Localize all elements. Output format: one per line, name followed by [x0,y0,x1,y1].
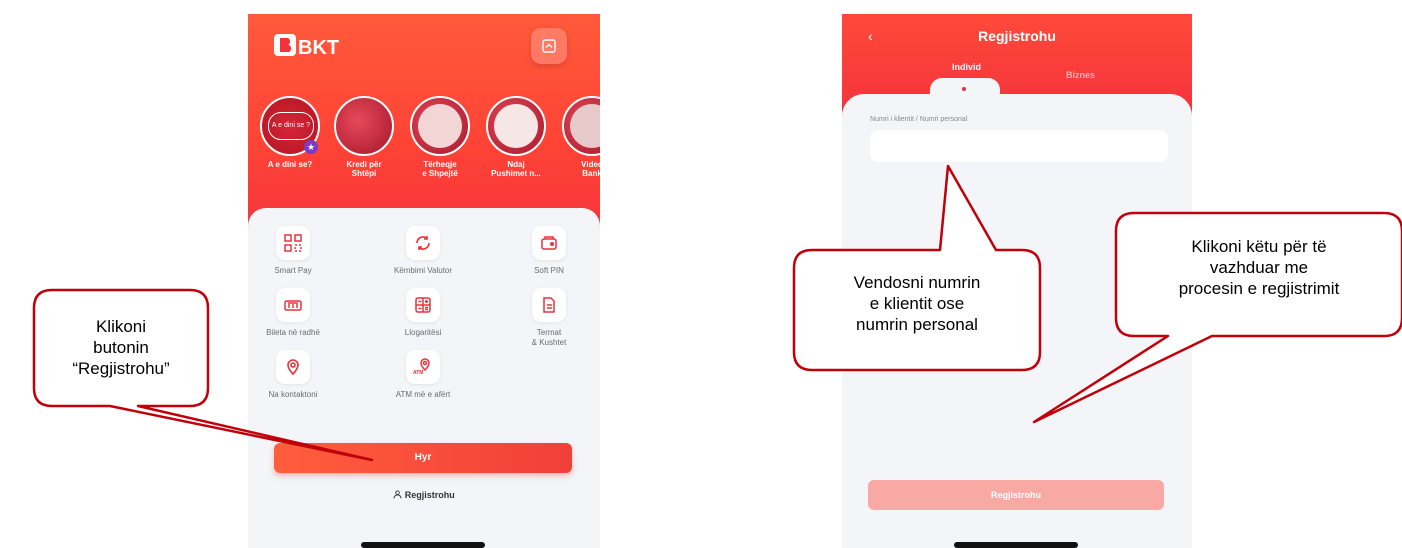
smart-pay-button[interactable]: Smart Pay [248,226,338,276]
grid-label: Soft PIN [534,266,564,275]
story-item[interactable]: Ndaj Pushimet n... [484,96,548,178]
grid-label: Smart Pay [274,266,312,275]
callout-3-text: Klikoni këtu për të vazhduar me procesin… [1178,237,1340,298]
story-item[interactable]: Video Bank [560,96,600,178]
calculator-button[interactable]: Llogaritësi [378,288,468,338]
page-title: Regjistrohu [978,28,1056,44]
bank-ticket-icon [276,288,310,322]
active-tab-indicator [962,87,966,91]
svg-text:ATM: ATM [413,370,423,376]
location-pin-icon [276,350,310,384]
refresh-icon [406,226,440,260]
story-label: Tërheqje e Shpejtë [422,160,458,178]
grid-label: Bileta në radhë [266,328,320,337]
phone-home-screen: BKT A e dini se ? ★ A e dini se? Kredi p… [248,14,600,548]
soft-pin-button[interactable]: Soft PIN [504,226,594,276]
user-icon [393,490,402,499]
grid-label: Këmbimi Valutor [393,266,453,275]
story-item[interactable]: Kredi për Shtëpi [332,96,396,178]
callout-2-text: Vendosni numrin e klientit ose numrin pe… [853,273,981,334]
document-icon [532,288,566,322]
register-link[interactable]: Regjistrohu [248,490,600,500]
bkt-logo: BKT [274,32,340,59]
story-item[interactable]: A e dini se ? ★ A e dini se? [258,96,322,169]
story-label: A e dini se? [267,160,313,169]
story-inset-text: A e dini se ? [268,112,314,140]
chevron-up-icon [542,39,556,53]
atm-pin-icon: ATM [406,350,440,384]
story-label: Video Bank [581,160,600,178]
grid-label: Na kontaktoni [268,390,318,399]
grid-label: ATM më e afërt [395,390,451,399]
nearest-atm-button[interactable]: ATM ATM më e afërt [378,350,468,400]
story-thumbnail [334,96,394,156]
client-number-label: Numri i klientit / Numri personal [870,116,968,123]
svg-text:BKT: BKT [298,37,339,58]
register-link-label: Regjistrohu [404,490,455,500]
grid-label: Termat & Kushtet [531,328,567,347]
collapse-button[interactable] [531,28,567,64]
client-number-input[interactable] [870,130,1168,162]
tab-biznes[interactable]: Biznes [1066,70,1095,80]
story-item[interactable]: Tërheqje e Shpejtë [408,96,472,178]
login-button[interactable]: Hyr [274,443,572,473]
home-indicator [361,542,485,548]
currency-exchange-button[interactable]: Këmbimi Valutor [378,226,468,276]
story-label: Kredi për Shtëpi [346,160,382,178]
story-thumbnail [410,96,470,156]
queue-ticket-button[interactable]: Bileta në radhë [248,288,338,338]
story-thumbnail [562,96,600,156]
star-icon: ★ [304,140,318,154]
tab-individ[interactable]: Individ [952,62,981,72]
story-label: Ndaj Pushimet n... [491,160,541,178]
stories-row: A e dini se ? ★ A e dini se? Kredi për S… [254,96,600,186]
grid-label: Llogaritësi [404,328,442,337]
home-indicator [954,542,1078,548]
calculator-icon [406,288,440,322]
story-thumbnail [486,96,546,156]
contact-us-button[interactable]: Na kontaktoni [248,350,338,400]
qr-code-icon [276,226,310,260]
callout-1-text: Klikoni butonin “Regjistrohu” [72,317,170,378]
register-button[interactable]: Regjistrohu [868,480,1164,510]
wallet-icon [532,226,566,260]
terms-button[interactable]: Termat & Kushtet [504,288,594,348]
